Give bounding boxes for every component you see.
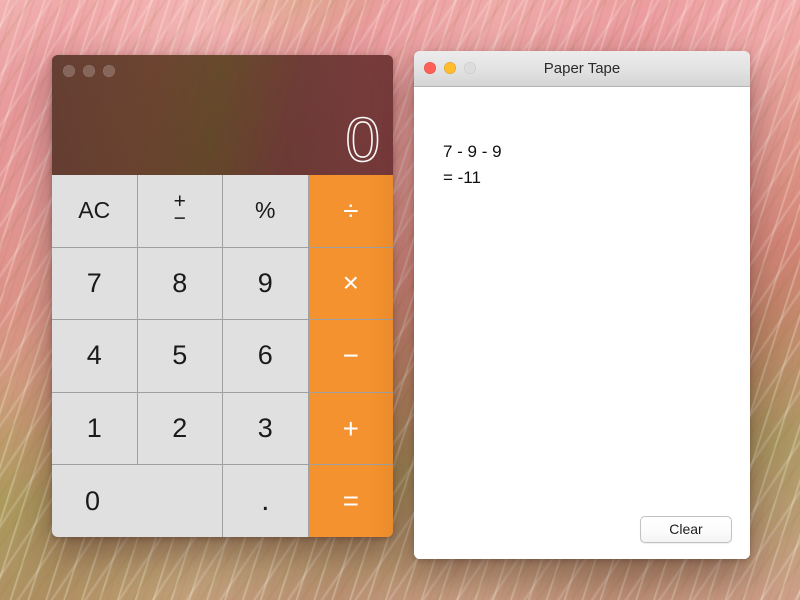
paper-tape-titlebar[interactable]: Paper Tape	[414, 51, 750, 87]
key-8[interactable]: 8	[137, 247, 222, 320]
key-2[interactable]: 2	[137, 392, 222, 465]
key-subtract[interactable]: −	[308, 320, 393, 392]
calculator-display: 0	[52, 55, 393, 175]
sign-minus-glyph: −	[173, 206, 186, 230]
key-7[interactable]: 7	[52, 247, 137, 320]
key-decimal[interactable]: .	[223, 465, 308, 537]
key-1[interactable]: 1	[52, 392, 137, 465]
paper-tape-traffic-lights[interactable]	[424, 62, 476, 74]
calculator-keypad: AC + − % ÷ 7 8 9 × 4 5 6 − 1 2 3 + 0 . =	[52, 175, 393, 537]
key-3[interactable]: 3	[223, 392, 308, 465]
key-5[interactable]: 5	[137, 320, 222, 392]
close-button-icon[interactable]	[63, 65, 75, 77]
clear-button[interactable]: Clear	[640, 516, 732, 543]
paper-tape-content: 7 - 9 - 9 = -11	[443, 139, 502, 191]
minimize-button-icon[interactable]	[83, 65, 95, 77]
key-4[interactable]: 4	[52, 320, 137, 392]
key-multiply[interactable]: ×	[308, 247, 393, 320]
key-divide[interactable]: ÷	[308, 175, 393, 247]
tape-line: 7 - 9 - 9	[443, 142, 502, 161]
key-percent[interactable]: %	[223, 175, 308, 247]
calculator-window[interactable]: 0 AC + − % ÷ 7 8 9 × 4 5 6 − 1 2 3 + 0 .…	[52, 55, 393, 537]
key-6[interactable]: 6	[223, 320, 308, 392]
zoom-button-icon[interactable]	[103, 65, 115, 77]
tape-line: = -11	[443, 167, 481, 187]
zoom-button-icon	[464, 62, 476, 74]
calculator-traffic-lights[interactable]	[63, 65, 115, 77]
key-clear[interactable]: AC	[52, 175, 137, 247]
minimize-button-icon[interactable]	[444, 62, 456, 74]
key-equals[interactable]: =	[308, 465, 393, 537]
key-0[interactable]: 0	[52, 465, 222, 537]
calculator-display-value: 0	[345, 106, 381, 175]
close-button-icon[interactable]	[424, 62, 436, 74]
key-add[interactable]: +	[308, 392, 393, 465]
paper-tape-body: 7 - 9 - 9 = -11 Clear	[414, 87, 750, 559]
key-9[interactable]: 9	[223, 247, 308, 320]
plus-minus-icon: + −	[173, 191, 186, 230]
key-sign-toggle[interactable]: + −	[137, 175, 222, 247]
paper-tape-window[interactable]: Paper Tape 7 - 9 - 9 = -11 Clear	[414, 51, 750, 559]
